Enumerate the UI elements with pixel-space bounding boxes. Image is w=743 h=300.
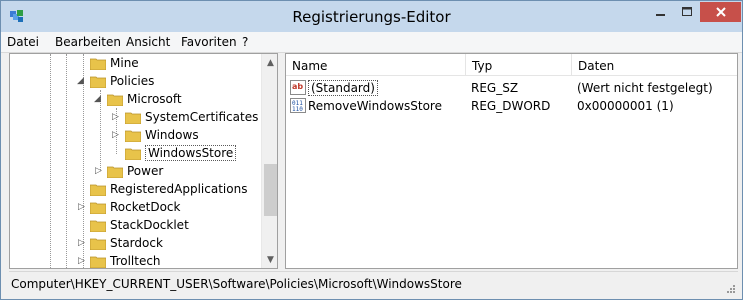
folder-icon — [125, 148, 141, 160]
close-button[interactable] — [700, 2, 741, 22]
svg-text:ab: ab — [292, 82, 303, 91]
tree-item-systemcertificates[interactable]: SystemCertificates — [125, 108, 258, 126]
current-key-path: Computer\HKEY_CURRENT_USER\Software\Poli… — [11, 277, 462, 291]
tree-line — [83, 54, 84, 268]
tree-item-registeredapplications[interactable]: RegisteredApplications — [90, 180, 247, 198]
tree-item-label: RocketDock — [110, 200, 181, 214]
expand-arrow-icon[interactable]: ▷ — [95, 167, 103, 176]
folder-icon — [107, 166, 123, 178]
tree-item-label: Microsoft — [127, 92, 182, 106]
tree-item-label: SystemCertificates — [145, 110, 259, 124]
column-header-type[interactable]: Typ — [466, 54, 572, 76]
value-data: (Wert nicht festgelegt) — [577, 81, 713, 95]
value-name: (Standard) — [308, 80, 378, 96]
menu-help[interactable]: ? — [242, 35, 248, 49]
folder-icon — [90, 58, 106, 70]
tree-item-label: Power — [127, 164, 164, 178]
tree-item-microsoft[interactable]: Microsoft — [107, 90, 182, 108]
svg-text:110: 110 — [292, 106, 303, 113]
title-bar[interactable]: Registrierungs-Editor — [1, 1, 742, 32]
value-type: REG_SZ — [471, 81, 519, 95]
menu-bar: Datei Bearbeiten Ansicht Favoriten ? — [1, 32, 742, 53]
tree-item-trolltech[interactable]: Trolltech — [90, 252, 161, 268]
value-list[interactable]: Name Typ Daten ab (Standard) REG_SZ (Wer… — [285, 53, 738, 269]
scroll-thumb[interactable] — [264, 164, 277, 216]
tree-item-stardock[interactable]: Stardock — [90, 234, 163, 252]
scroll-down-arrow-icon[interactable]: ▼ — [262, 251, 277, 268]
folder-icon — [90, 220, 106, 232]
folder-icon — [90, 256, 106, 268]
expand-arrow-icon[interactable]: ▷ — [112, 113, 120, 122]
collapse-arrow-icon[interactable]: ◢ — [94, 95, 102, 104]
tree-item-policies[interactable]: Policies — [90, 72, 154, 90]
expand-arrow-icon[interactable]: ▷ — [78, 257, 86, 266]
minimize-icon — [655, 14, 665, 16]
tree-item-power[interactable]: Power — [107, 162, 163, 180]
menu-favoriten[interactable]: Favoriten — [181, 35, 237, 49]
maximize-icon — [682, 7, 692, 16]
close-icon — [715, 7, 726, 17]
folder-open-icon — [90, 76, 106, 88]
tree-scrollbar[interactable]: ▲ ▼ — [261, 54, 277, 268]
tree-item-label: Trolltech — [110, 254, 161, 268]
folder-icon — [90, 184, 106, 196]
folder-icon — [125, 112, 141, 124]
menu-datei[interactable]: Datei — [7, 35, 39, 49]
folder-open-icon — [107, 94, 123, 106]
value-name: RemoveWindowsStore — [308, 99, 442, 113]
tree-item-label: Windows — [145, 128, 199, 142]
folder-icon — [90, 238, 106, 250]
expand-arrow-icon[interactable]: ▷ — [112, 131, 120, 140]
key-tree[interactable]: Mine ◢ Policies ◢ Microsoft ▷ SystemCert… — [9, 53, 278, 269]
expand-arrow-icon[interactable]: ▷ — [78, 203, 86, 212]
tree-item-windowsstore[interactable]: WindowsStore — [125, 144, 237, 162]
collapse-arrow-icon[interactable]: ◢ — [77, 77, 85, 86]
tree-item-label: StackDocklet — [110, 218, 189, 232]
minimize-button[interactable] — [647, 2, 674, 22]
menu-bearbeiten[interactable]: Bearbeiten — [55, 35, 121, 49]
value-row[interactable]: 011 110 RemoveWindowsStore REG_DWORD 0x0… — [286, 97, 737, 115]
value-type: REG_DWORD — [471, 99, 551, 113]
expand-arrow-icon[interactable]: ▷ — [78, 239, 86, 248]
column-header-data[interactable]: Daten — [572, 54, 737, 76]
menu-ansicht[interactable]: Ansicht — [126, 35, 170, 49]
tree-item-stackdocklet[interactable]: StackDocklet — [90, 216, 189, 234]
registry-editor-window: Registrierungs-Editor Datei Bearbeiten A… — [0, 0, 743, 300]
tree-item-mine[interactable]: Mine — [90, 54, 139, 72]
tree-item-label: Mine — [110, 56, 139, 70]
value-data: 0x00000001 (1) — [577, 99, 674, 113]
tree-line — [50, 54, 51, 268]
tree-item-label: Policies — [110, 74, 155, 88]
tree-item-windows[interactable]: Windows — [125, 126, 199, 144]
tree-item-label: RegisteredApplications — [110, 182, 248, 196]
tree-item-label: Stardock — [110, 236, 163, 250]
binary-value-icon: 011 110 — [290, 98, 306, 113]
status-bar: Computer\HKEY_CURRENT_USER\Software\Poli… — [9, 271, 738, 296]
maximize-button[interactable] — [674, 2, 700, 22]
tree-item-label: WindowsStore — [145, 145, 237, 161]
folder-icon — [90, 202, 106, 214]
folder-icon — [125, 130, 141, 142]
tree-line — [66, 54, 67, 268]
column-header-name[interactable]: Name — [286, 54, 466, 76]
resize-grip-icon[interactable] — [726, 284, 736, 294]
string-value-icon: ab — [290, 80, 306, 95]
window-title: Registrierungs-Editor — [292, 8, 451, 26]
scroll-up-arrow-icon[interactable]: ▲ — [262, 54, 277, 71]
tree-item-rocketdock[interactable]: RocketDock — [90, 198, 180, 216]
value-row[interactable]: ab (Standard) REG_SZ (Wert nicht festgel… — [286, 79, 737, 97]
